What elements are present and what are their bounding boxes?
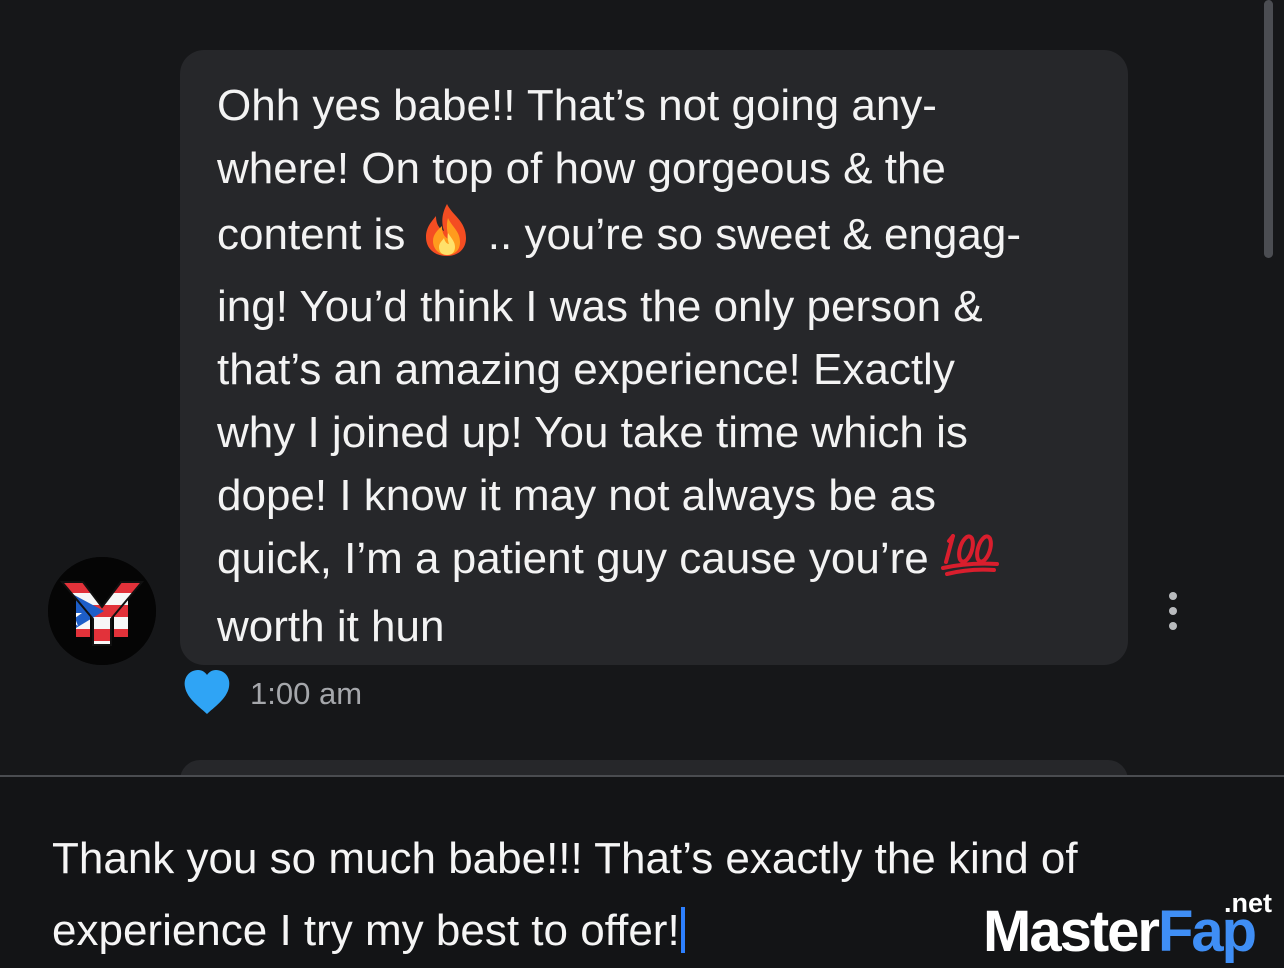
- message-line: why I joined up! You take time which is: [217, 408, 968, 457]
- more-vertical-icon-dot: [1169, 622, 1177, 630]
- fire-icon: [418, 200, 476, 275]
- message-text-segment: .. you’re so sweet & engag-: [475, 210, 1021, 260]
- message-timestamp: 1:00 am: [250, 676, 363, 711]
- message-text-segment: quick, I’m a patient guy cause you’re: [217, 534, 941, 583]
- sender-avatar[interactable]: [48, 557, 156, 665]
- scrollbar-thumb[interactable]: [1264, 0, 1273, 258]
- watermark-logo: MasterFap .net: [983, 888, 1284, 964]
- message-line: Ohh yes babe!! That’s not going any-: [217, 81, 937, 130]
- message-more-button[interactable]: [1158, 590, 1188, 632]
- more-vertical-icon-dot: [1169, 592, 1177, 600]
- watermark-main-white: Master: [983, 899, 1160, 964]
- watermark-main: MasterFap: [983, 896, 1257, 968]
- more-vertical-icon-dot: [1169, 607, 1177, 615]
- message-line: dope! I know it may not always be as: [217, 471, 937, 520]
- incoming-message-text: Ohh yes babe!! That’s not going any- whe…: [217, 74, 1102, 658]
- watermark-suffix: .net: [1224, 888, 1273, 918]
- like-button[interactable]: [182, 668, 232, 718]
- message-line: quick, I’m a patient guy cause you’re: [217, 527, 1102, 595]
- message-line: ing! You’d think I was the only person &: [217, 282, 983, 331]
- text-caret: [680, 907, 685, 953]
- message-line: worth it hun: [217, 601, 445, 651]
- message-line: content is .. you’re so sweet & engag-: [217, 200, 1102, 275]
- composer-text-segment: experience I try my best to offer!: [52, 906, 680, 955]
- heart-icon: [184, 670, 230, 714]
- message-line: where! On top of how gorgeous & the: [217, 144, 946, 193]
- message-text-segment: content is: [217, 210, 418, 260]
- chat-screen: Ohh yes babe!! That’s not going any- whe…: [0, 0, 1284, 968]
- hundred-points-icon: [940, 528, 1001, 595]
- message-line: that’s an amazing experience! Exactly: [217, 345, 955, 394]
- ny-puerto-rico-flag-logo-icon: [48, 557, 156, 665]
- composer-line: Thank you so much babe!!! That’s exactly…: [52, 834, 1078, 883]
